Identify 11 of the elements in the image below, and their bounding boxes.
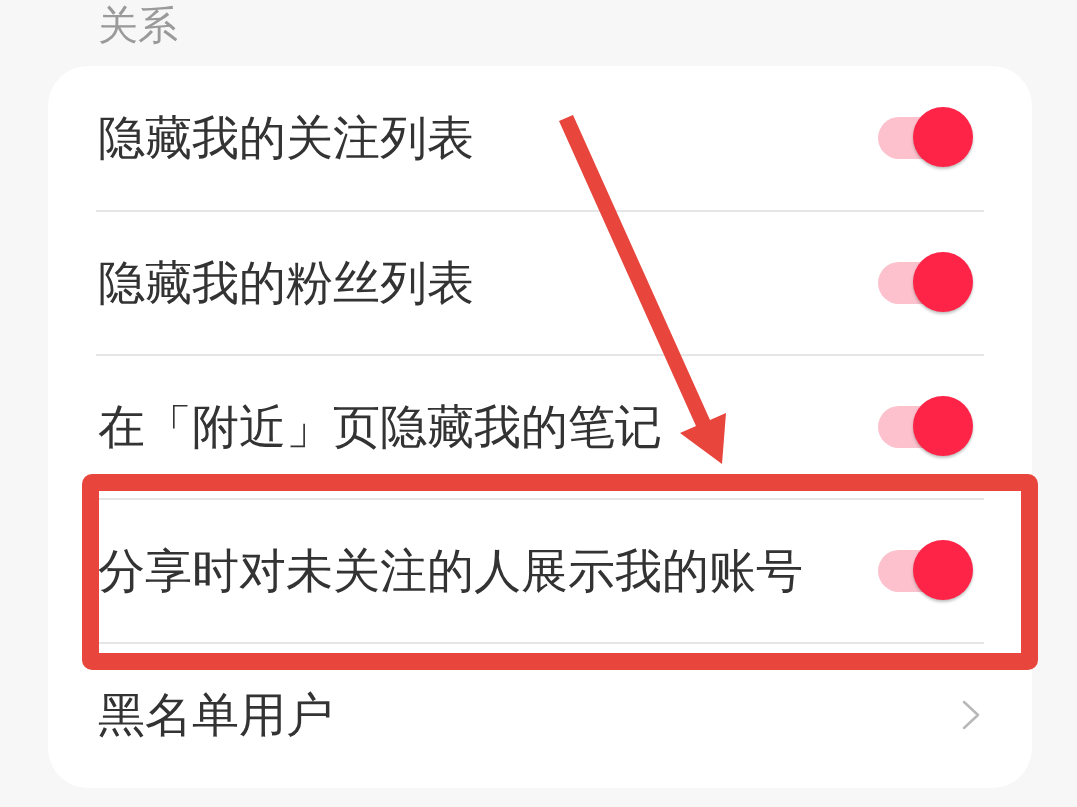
chevron-icon: [962, 700, 980, 730]
setting-label: 在「附近」页隐藏我的笔记: [98, 398, 662, 456]
setting-label: 分享时对未关注的人展示我的账号: [98, 542, 803, 600]
setting-label: 隐藏我的关注列表: [98, 109, 474, 167]
setting-label: 隐藏我的粉丝列表: [98, 254, 474, 312]
menu-item[interactable]: 黑名单用户: [96, 644, 984, 786]
toggle-switch[interactable]: [878, 540, 973, 602]
toggle-switch[interactable]: [878, 107, 973, 169]
section-title: 关系: [97, 1, 179, 50]
toggle-switch[interactable]: [878, 396, 973, 458]
toggle-switch[interactable]: [878, 252, 973, 314]
